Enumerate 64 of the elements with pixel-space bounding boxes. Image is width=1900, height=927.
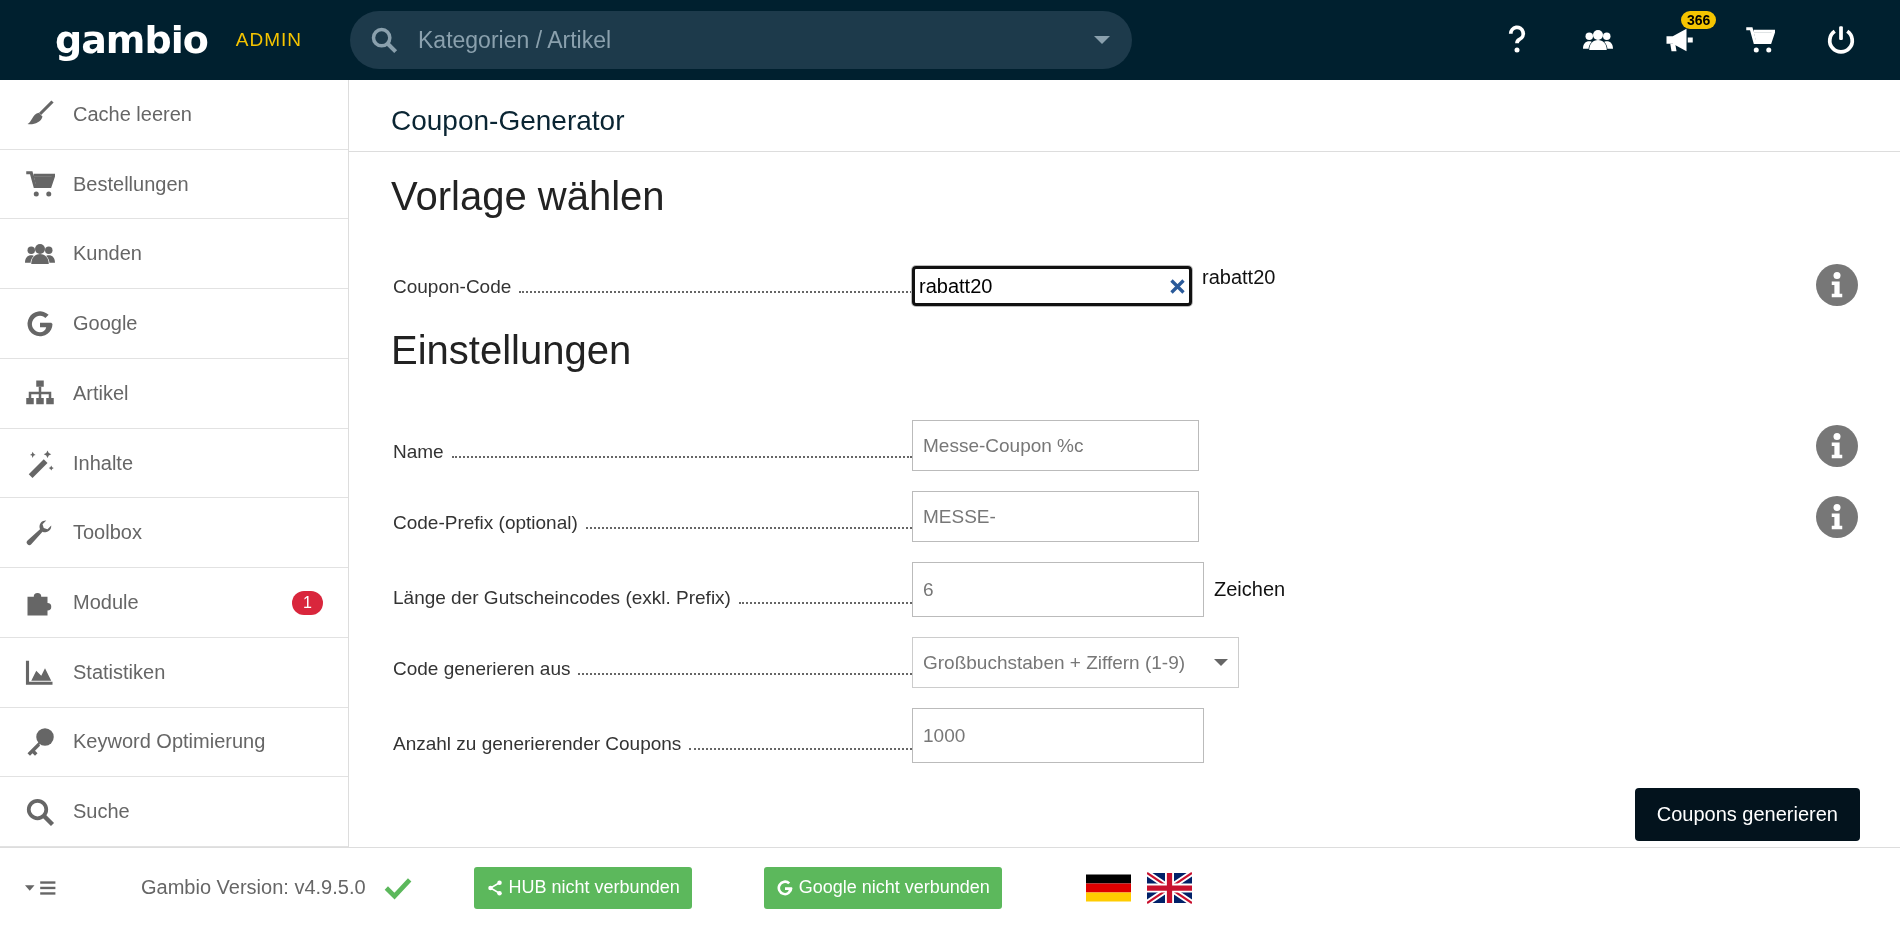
caret-icon <box>1094 36 1110 44</box>
admin-label: ADMIN <box>235 29 302 51</box>
page-title: Coupon-Generator <box>391 104 625 137</box>
sidebar-item-label: Inhalte <box>73 451 134 475</box>
field-label: Länge der Gutscheincodes (exkl. Prefix) <box>392 587 732 609</box>
sidebar-item-label: Module <box>73 591 139 614</box>
search-field[interactable]: Kategorien / Artikel <box>416 25 1076 55</box>
sidebar-item[interactable]: Toolbox <box>0 498 348 569</box>
sidebar-item-label: Artikel <box>73 381 129 405</box>
caret-icon <box>1214 659 1228 666</box>
google-icon <box>775 878 794 897</box>
sidebar-item[interactable]: Module 1 <box>0 568 348 638</box>
notification-badge: 366 <box>1681 10 1717 29</box>
sidebar-item[interactable]: Inhalte <box>0 428 348 499</box>
version-text: Gambio Version: v4.9.5.0 <box>141 876 366 899</box>
sidebar-item-label: Bestellungen <box>73 172 189 196</box>
google-icon <box>25 308 55 339</box>
suffix-label: rabatt20 <box>1202 266 1276 289</box>
sidebar-item[interactable]: Keyword Optimierung <box>0 707 348 778</box>
clear-icon[interactable] <box>1170 278 1185 294</box>
field-label: Coupon-Code <box>392 276 513 298</box>
search-icon <box>370 26 398 54</box>
input-field[interactable]: Messe-Coupon %c <box>912 420 1199 471</box>
section-heading: Einstellungen <box>391 328 633 374</box>
input-field[interactable]: 6 <box>912 562 1204 617</box>
section-heading: Vorlage wählen <box>391 174 666 220</box>
sidebar-item[interactable]: Bestellungen <box>0 149 348 220</box>
flag-icon[interactable] <box>1146 870 1192 905</box>
sidebar-item[interactable]: Google <box>0 289 348 359</box>
sidebar-item[interactable]: Kunden <box>0 219 348 290</box>
count-badge: 1 <box>292 590 323 615</box>
power-icon <box>1825 25 1856 55</box>
search-bar[interactable]: Kategorien / Artikel <box>350 11 1132 69</box>
share-icon <box>485 878 504 897</box>
field-value: rabatt20 <box>919 274 994 298</box>
cart-icon <box>1744 25 1775 55</box>
input-field[interactable]: 1000 <box>912 708 1204 763</box>
sidebar-item-label: Suche <box>73 800 130 824</box>
coupon-code-field[interactable]: rabatt20 <box>912 266 1192 306</box>
info-icon[interactable] <box>1816 424 1858 467</box>
sidebar-item[interactable]: Suche <box>0 777 348 848</box>
key-icon <box>25 726 55 757</box>
logo[interactable]: gambio <box>55 18 208 62</box>
field-label: Code-Prefix (optional) <box>392 512 579 534</box>
sidebar-item-label: Statistiken <box>73 660 166 684</box>
info-icon[interactable] <box>1816 264 1858 306</box>
suffix-label: Zeichen <box>1214 578 1286 601</box>
generate-button[interactable]: Coupons generieren <box>1634 788 1860 841</box>
field-label: Name <box>392 441 445 463</box>
sidebar-item[interactable]: Statistiken <box>0 637 348 708</box>
dropdown[interactable]: Großbuchstaben + Ziffern (1-9) <box>912 637 1239 688</box>
sidebar-item[interactable]: Cache leeren <box>0 80 348 150</box>
info-icon[interactable] <box>1816 495 1858 538</box>
sidebar-item[interactable]: Artikel <box>0 358 348 429</box>
sidebar-item-label: Kunden <box>73 242 142 266</box>
field-label: Anzahl zu generierender Coupons <box>392 733 683 755</box>
search-icon <box>25 796 55 827</box>
sidebar-item-label: Google <box>73 312 138 336</box>
input-field[interactable]: MESSE- <box>912 491 1199 542</box>
field-label: Code generieren aus <box>392 658 572 680</box>
sidebar-item-label: Keyword Optimierung <box>73 730 266 754</box>
sidebar-item-label: Cache leeren <box>73 102 192 126</box>
dropdown-value: Großbuchstaben + Ziffern (1-9) <box>923 651 1186 674</box>
sidebar-item-label: Toolbox <box>73 521 142 545</box>
